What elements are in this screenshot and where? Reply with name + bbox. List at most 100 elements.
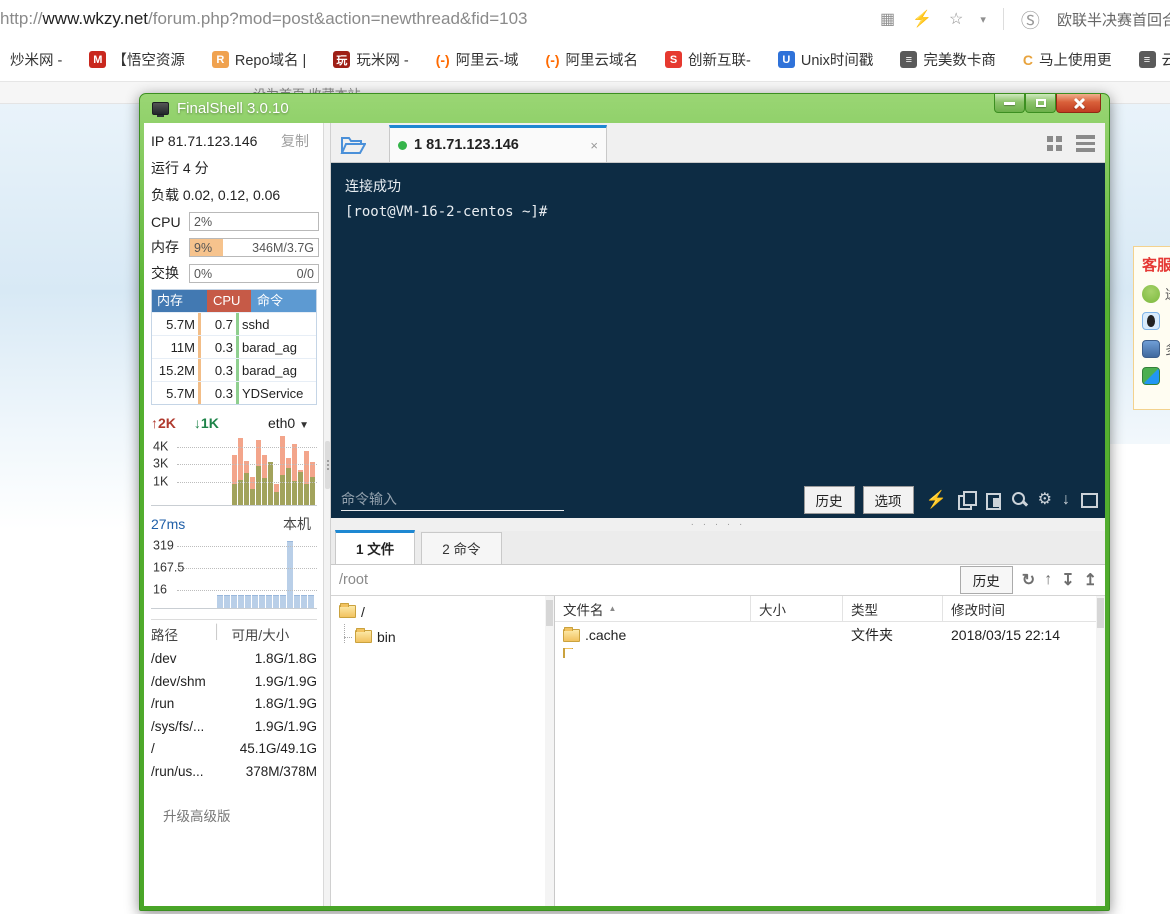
bookmark-item[interactable]: S创新互联- [665,49,751,70]
bookmark-item[interactable]: 玩玩米网 - [333,49,408,70]
bookmark-item[interactable]: RRepo域名 | [212,49,306,70]
column-mtime[interactable]: 修改时间 [943,596,1105,621]
bookmark-item[interactable]: M【悟空资源 [89,49,185,70]
tab-files[interactable]: 1 文件 [335,530,415,564]
upload-icon[interactable]: ↥ [1084,570,1097,590]
options-button[interactable]: 选项 [863,486,914,514]
column-size[interactable]: 大小 [751,596,843,621]
tree-scrollbar-thumb[interactable] [546,600,553,626]
swap-label: 交换 [151,263,184,283]
quick-command-icon[interactable]: ⚡ [926,491,947,508]
history-button[interactable]: 历史 [804,486,855,514]
menu-icon[interactable] [1076,135,1095,152]
qr-code-icon[interactable]: ▦ [880,9,895,29]
speeddial-label[interactable]: 欧联半决赛首回合 [1057,9,1170,30]
download-icon[interactable]: ↧ [1061,570,1074,590]
file-table-scrollbar-thumb[interactable] [1097,598,1104,628]
ping-bar [245,595,251,608]
kefu-row[interactable]: 多 [1142,339,1170,358]
disk-row[interactable]: /dev/shm1.9G/1.9G [151,671,317,694]
bookmark-item[interactable]: UUnix时间戳 [778,49,874,70]
process-cpu: 0.3 [201,336,239,358]
copy-ip-link[interactable]: 复制 [281,131,309,151]
disk-row[interactable]: /45.1G/49.1G [151,738,317,761]
horizontal-splitter[interactable]: · · · · · [331,518,1105,531]
disk-header-path[interactable]: 路径 [151,624,213,644]
disk-row[interactable]: /run/us...378M/378M [151,761,317,784]
scroll-down-icon[interactable]: ↓ [1062,492,1070,508]
disk-row[interactable]: /dev1.8G/1.8G [151,648,317,671]
maximize-button[interactable] [1025,94,1056,113]
process-header-cpu[interactable]: CPU [207,290,251,312]
download-bar [274,492,279,505]
browser-address-bar[interactable]: http://www.wkzy.net/forum.php?mod=post&a… [0,0,1170,38]
bookmark-item[interactable]: C马上使用更 [1023,49,1112,70]
interface-selector[interactable]: eth0 ▼ [268,415,309,431]
file-row[interactable]: .cache文件夹2018/03/15 22:14 [555,622,1105,648]
parent-dir-icon[interactable]: ↑ [1044,571,1052,589]
flash-icon[interactable]: ⚡ [912,9,932,29]
upload-rate: ↑2K [151,415,176,431]
splitter-handle[interactable]: · · · · · [691,522,746,527]
minimize-button[interactable] [994,94,1025,113]
file-mtime-cell: 2018/03/15 22:14 [943,622,1105,648]
disk-row[interactable]: /run1.8G/1.9G [151,693,317,716]
process-header-cmd[interactable]: 命令 [251,290,316,312]
uptime-text: 运行 4 分 [151,158,319,178]
kefu-row[interactable]: 送 [1142,284,1170,303]
bookmark-star-icon[interactable]: ☆ [949,9,963,29]
process-mem: 5.7M [152,313,201,335]
bookmark-item[interactable]: ≡云大 [1139,49,1170,70]
search-icon[interactable] [1011,491,1028,508]
bookmark-item[interactable]: (-)阿里云-域 [436,49,519,70]
tree-item[interactable]: bin [331,624,554,649]
tree-item[interactable]: / [331,599,554,624]
process-row[interactable]: 15.2M0.3barad_ag [152,358,316,381]
bookmark-item[interactable]: 炒米网 - [10,49,62,70]
path-input[interactable]: /root [339,572,951,588]
tab-close-icon[interactable]: × [590,138,598,153]
window-titlebar[interactable]: FinalShell 3.0.10 [144,94,1105,123]
paste-icon[interactable] [984,491,1001,508]
fullscreen-icon[interactable] [1080,491,1097,508]
file-size-cell [751,622,843,648]
disk-size: 378M/378M [246,761,317,784]
open-connection-button[interactable] [331,128,375,162]
terminal-output[interactable]: 连接成功 [root@VM-16-2-centos ~]# [331,163,1105,485]
process-row[interactable]: 5.7M0.3YDService [152,381,316,404]
settings-gear-icon[interactable]: ⚙ [1038,492,1052,508]
bookmark-favicon: ≡ [1139,51,1156,68]
disk-header-size[interactable]: 可用/大小 [231,624,289,644]
upgrade-link[interactable]: 升级高级版 [163,805,319,825]
refresh-icon[interactable]: ↻ [1022,570,1035,590]
path-history-button[interactable]: 历史 [960,566,1013,594]
directory-tree[interactable]: /bin [331,596,555,906]
android-icon [1142,285,1160,303]
tab-commands[interactable]: 2 命令 [421,532,501,564]
file-table-scrollbar[interactable] [1096,596,1105,906]
bookmark-item[interactable]: (-)阿里云域名 [546,49,639,70]
disk-row[interactable]: /sys/fs/...1.9G/1.9G [151,716,317,739]
tree-scrollbar[interactable] [545,596,554,906]
command-input[interactable]: 命令输入 [341,489,564,511]
bookmark-favicon: U [778,51,795,68]
speeddial-icon[interactable]: Ⓢ [1021,6,1040,33]
caret-down-icon[interactable]: ▾ [980,13,986,26]
kefu-row[interactable] [1142,312,1170,330]
kefu-row[interactable] [1142,367,1170,385]
process-row[interactable]: 11M0.3barad_ag [152,335,316,358]
ping-host[interactable]: 本机 [283,514,311,534]
process-row[interactable]: 5.7M0.7sshd [152,312,316,335]
process-header-mem[interactable]: 内存 [152,290,207,312]
close-button[interactable] [1056,94,1101,113]
bookmark-item[interactable]: ≡完美数卡商 [900,49,996,70]
address-url[interactable]: http://www.wkzy.net/forum.php?mod=post&a… [0,9,528,29]
copy-icon[interactable] [957,491,974,508]
column-type[interactable]: 类型 [843,596,943,621]
sidebar-scrollbar[interactable] [324,123,331,906]
sidebar-scrollbar-thumb[interactable] [325,441,330,489]
column-filename[interactable]: 文件名▲ [555,596,751,621]
session-tab[interactable]: 1 81.71.123.146 × [389,125,607,162]
grid-view-icon[interactable] [1047,136,1062,151]
ping-bar [294,595,300,608]
